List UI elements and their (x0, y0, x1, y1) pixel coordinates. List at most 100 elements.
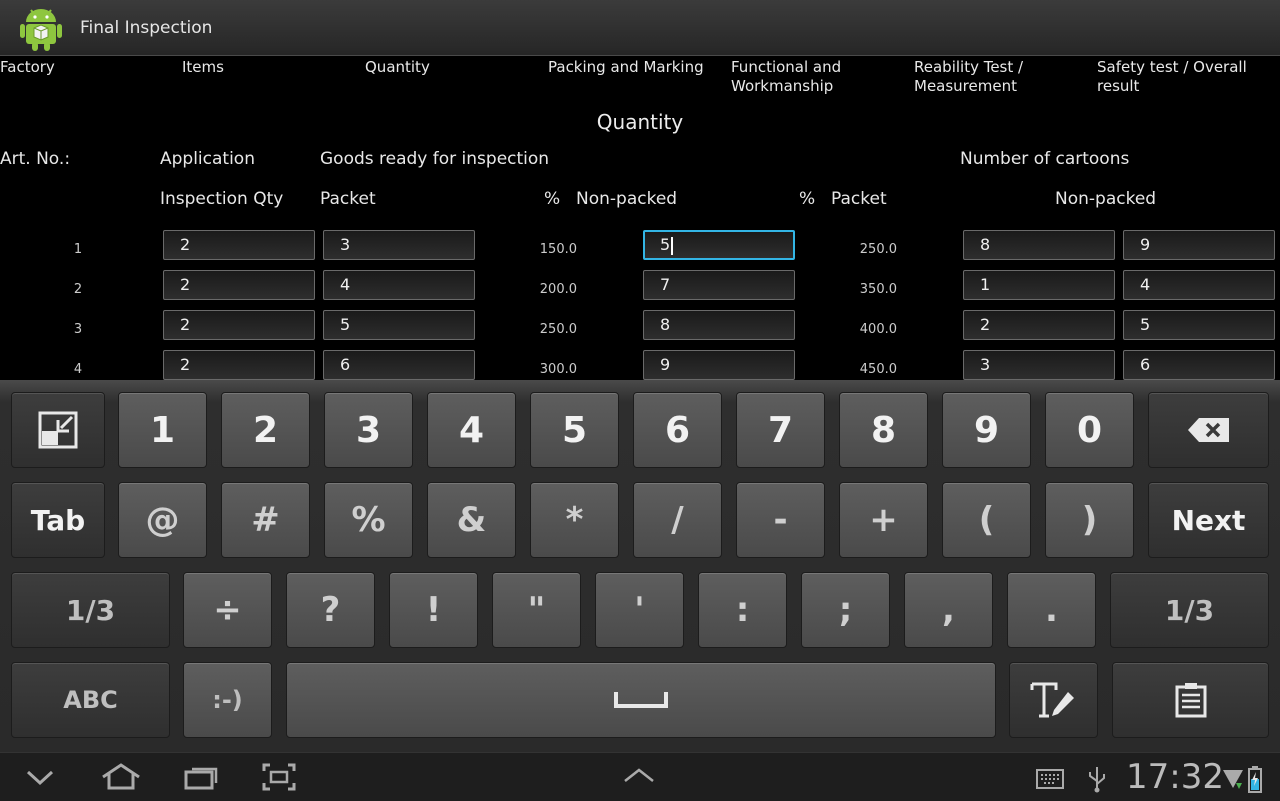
tab-items[interactable]: Items (182, 58, 332, 77)
recent-apps-icon[interactable] (184, 763, 220, 791)
header-goods-ready: Goods ready for inspection (320, 149, 550, 169)
tab-safety-test[interactable]: Safety test / Overall result (1097, 58, 1257, 96)
space-key[interactable] (286, 662, 996, 738)
symbols-page-key-left[interactable]: 1/3 (11, 572, 170, 648)
header-application: Application (160, 149, 255, 169)
key-8[interactable]: 8 (839, 392, 928, 468)
key-percent[interactable]: % (324, 482, 413, 558)
non-packed-percent: 400.0 (859, 322, 897, 337)
resize-keyboard-key[interactable] (11, 392, 105, 468)
key-3[interactable]: 3 (324, 392, 413, 468)
tab-key[interactable]: Tab (11, 482, 105, 558)
app-title: Final Inspection (80, 18, 213, 38)
menu-chevron-up-icon[interactable] (622, 767, 656, 785)
text-edit-icon (1030, 682, 1074, 718)
usb-icon (1089, 767, 1105, 793)
key-5[interactable]: 5 (530, 392, 619, 468)
header-inspection-qty: Inspection Qty (160, 189, 284, 209)
key-asterisk[interactable]: * (530, 482, 619, 558)
key-2[interactable]: 2 (221, 392, 310, 468)
non-packed-value: 5 (660, 235, 671, 254)
header-packet-cartons: Packet (831, 189, 887, 209)
row-number: 1 (73, 242, 83, 257)
packet-field[interactable]: 5 (323, 310, 475, 340)
tab-functional-workmanship[interactable]: Functional and Workmanship (731, 58, 861, 96)
packet-field[interactable]: 4 (323, 270, 475, 300)
next-key[interactable]: Next (1148, 482, 1269, 558)
inspection-qty-field[interactable]: 2 (163, 310, 315, 340)
space-icon (614, 692, 668, 708)
hide-keyboard-icon[interactable] (24, 763, 56, 791)
key-9[interactable]: 9 (942, 392, 1031, 468)
key-double-quote[interactable]: " (492, 572, 581, 648)
key-6[interactable]: 6 (633, 392, 722, 468)
non-packed-field[interactable]: 8 (643, 310, 795, 340)
symbols-page-key-right[interactable]: 1/3 (1110, 572, 1269, 648)
key-open-paren[interactable]: ( (942, 482, 1031, 558)
key-colon[interactable]: : (698, 572, 787, 648)
backspace-key[interactable] (1148, 392, 1269, 468)
tab-factory[interactable]: Factory (0, 58, 150, 77)
key-at[interactable]: @ (118, 482, 207, 558)
key-0[interactable]: 0 (1045, 392, 1134, 468)
tab-reability-test[interactable]: Reability Test / Measurement (914, 58, 1044, 96)
key-hash[interactable]: # (221, 482, 310, 558)
wifi-signal-icon (1223, 770, 1243, 789)
non-packed-percent: 250.0 (859, 242, 897, 257)
system-bar: 17:32 (0, 752, 1280, 801)
key-divide[interactable]: ÷ (183, 572, 272, 648)
smiley-key[interactable]: :-) (183, 662, 272, 738)
header-non-packed-cartons: Non-packed (1055, 189, 1157, 209)
key-period[interactable]: . (1007, 572, 1096, 648)
non-packed-field[interactable]: 7 (643, 270, 795, 300)
key-single-quote[interactable]: ' (595, 572, 684, 648)
key-semicolon[interactable]: ; (801, 572, 890, 648)
clipboard-key[interactable] (1112, 662, 1269, 738)
key-slash[interactable]: / (633, 482, 722, 558)
packet-percent: 300.0 (539, 362, 577, 377)
key-question[interactable]: ? (286, 572, 375, 648)
packet-field[interactable]: 6 (323, 350, 475, 380)
key-7[interactable]: 7 (736, 392, 825, 468)
carton-non-packed-field[interactable]: 4 (1123, 270, 1275, 300)
header-packet: Packet (320, 189, 376, 209)
inspection-qty-field[interactable]: 2 (163, 350, 315, 380)
screenshot-icon[interactable] (262, 763, 296, 791)
non-packed-field[interactable]: 5 (643, 230, 795, 260)
action-bar: Final Inspection (0, 0, 1280, 56)
header-non-packed: Non-packed (576, 189, 678, 209)
row-number: 3 (73, 322, 83, 337)
key-exclamation[interactable]: ! (389, 572, 478, 648)
packet-percent: 200.0 (539, 282, 577, 297)
packet-percent: 250.0 (539, 322, 577, 337)
packet-field[interactable]: 3 (323, 230, 475, 260)
key-minus[interactable]: - (736, 482, 825, 558)
key-4[interactable]: 4 (427, 392, 516, 468)
resize-icon (38, 411, 78, 449)
row-number: 4 (73, 362, 83, 377)
carton-packet-field[interactable]: 8 (963, 230, 1115, 260)
carton-non-packed-field[interactable]: 9 (1123, 230, 1275, 260)
carton-non-packed-field[interactable]: 5 (1123, 310, 1275, 340)
abc-key[interactable]: ABC (11, 662, 170, 738)
text-edit-key[interactable] (1009, 662, 1098, 738)
key-1[interactable]: 1 (118, 392, 207, 468)
inspection-qty-field[interactable]: 2 (163, 230, 315, 260)
carton-packet-field[interactable]: 2 (963, 310, 1115, 340)
status-clock: 17:32 (1126, 757, 1224, 797)
tab-quantity[interactable]: Quantity (365, 58, 515, 77)
inspection-qty-field[interactable]: 2 (163, 270, 315, 300)
carton-packet-field[interactable]: 1 (963, 270, 1115, 300)
home-icon[interactable] (100, 763, 142, 791)
non-packed-field[interactable]: 9 (643, 350, 795, 380)
key-close-paren[interactable]: ) (1045, 482, 1134, 558)
battery-charging-icon (1248, 766, 1262, 793)
android-app-icon[interactable] (18, 4, 64, 52)
tab-packing-marking[interactable]: Packing and Marking (548, 58, 718, 77)
carton-non-packed-field[interactable]: 6 (1123, 350, 1275, 380)
key-ampersand[interactable]: & (427, 482, 516, 558)
key-comma[interactable]: , (904, 572, 993, 648)
carton-packet-field[interactable]: 3 (963, 350, 1115, 380)
key-plus[interactable]: + (839, 482, 928, 558)
header-percent-1: % (544, 189, 561, 209)
